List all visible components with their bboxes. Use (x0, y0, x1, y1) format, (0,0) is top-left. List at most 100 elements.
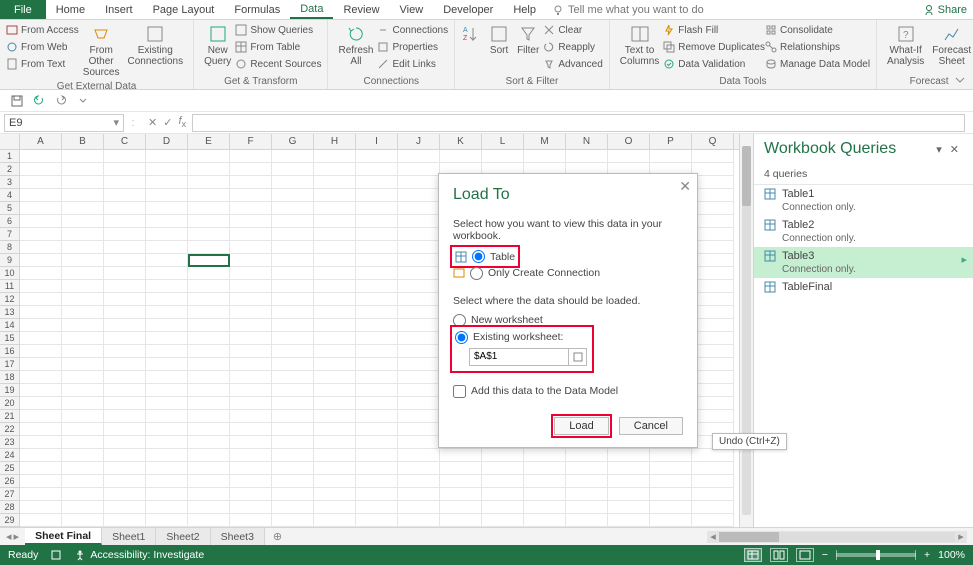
cell[interactable] (314, 293, 356, 306)
cell[interactable] (230, 267, 272, 280)
advanced-button[interactable]: Advanced (543, 56, 602, 72)
row-header[interactable]: 8 (0, 241, 19, 254)
column-header[interactable]: P (650, 134, 692, 149)
cell[interactable] (188, 488, 230, 501)
cell[interactable] (398, 228, 440, 241)
cell[interactable] (482, 514, 524, 527)
column-header[interactable]: B (62, 134, 104, 149)
cell[interactable] (272, 462, 314, 475)
cell[interactable] (650, 488, 692, 501)
cell[interactable] (62, 280, 104, 293)
cell[interactable] (398, 397, 440, 410)
cell[interactable] (524, 514, 566, 527)
row-header[interactable]: 11 (0, 280, 19, 293)
cell[interactable] (398, 358, 440, 371)
cell[interactable] (20, 514, 62, 527)
column-header[interactable]: J (398, 134, 440, 149)
cell[interactable] (104, 410, 146, 423)
cell[interactable] (356, 176, 398, 189)
cell[interactable] (146, 332, 188, 345)
cell[interactable] (692, 410, 734, 423)
cell[interactable] (356, 202, 398, 215)
cell[interactable] (20, 319, 62, 332)
row-header[interactable]: 29 (0, 514, 19, 527)
cell[interactable] (188, 176, 230, 189)
cell[interactable] (146, 176, 188, 189)
cell[interactable] (356, 150, 398, 163)
column-header[interactable]: O (608, 134, 650, 149)
forecast-sheet-button[interactable]: Forecast Sheet (928, 22, 973, 69)
option-data-model-checkbox[interactable] (453, 385, 466, 398)
cell[interactable] (272, 215, 314, 228)
cell[interactable] (230, 514, 272, 527)
row-header[interactable]: 24 (0, 449, 19, 462)
macro-record-button[interactable] (50, 549, 62, 561)
cell[interactable] (314, 241, 356, 254)
cell[interactable] (188, 332, 230, 345)
cell[interactable] (272, 488, 314, 501)
cell[interactable] (230, 488, 272, 501)
from-web-button[interactable]: From Web (6, 39, 79, 55)
cell[interactable] (146, 449, 188, 462)
cell[interactable] (20, 163, 62, 176)
cell[interactable] (356, 345, 398, 358)
cell[interactable] (146, 384, 188, 397)
cell[interactable] (482, 150, 524, 163)
cell[interactable] (230, 345, 272, 358)
row-header[interactable]: 25 (0, 462, 19, 475)
cell[interactable] (398, 319, 440, 332)
cell[interactable] (146, 397, 188, 410)
cell[interactable] (692, 449, 734, 462)
cell[interactable] (62, 371, 104, 384)
horizontal-scrollbar[interactable]: ◂▸ (707, 531, 967, 543)
cell[interactable] (314, 306, 356, 319)
cell[interactable] (692, 319, 734, 332)
cell[interactable] (62, 384, 104, 397)
cell[interactable] (230, 215, 272, 228)
cell[interactable] (146, 371, 188, 384)
cell[interactable] (104, 449, 146, 462)
cell[interactable] (104, 436, 146, 449)
cell[interactable] (230, 176, 272, 189)
cell[interactable] (356, 254, 398, 267)
show-queries-button[interactable]: Show Queries (235, 22, 321, 38)
cell[interactable] (272, 397, 314, 410)
cell[interactable] (20, 228, 62, 241)
data-validation-button[interactable]: Data Validation (663, 56, 765, 72)
cell[interactable] (230, 475, 272, 488)
cell[interactable] (272, 423, 314, 436)
cell[interactable] (440, 462, 482, 475)
cell[interactable] (146, 436, 188, 449)
cell[interactable] (440, 475, 482, 488)
cell[interactable] (104, 371, 146, 384)
cell[interactable] (62, 254, 104, 267)
tell-me-search[interactable]: Tell me what you want to do (552, 0, 704, 19)
cell[interactable] (146, 501, 188, 514)
row-header[interactable]: 4 (0, 189, 19, 202)
cell[interactable] (272, 332, 314, 345)
cell[interactable] (272, 202, 314, 215)
cell[interactable] (272, 254, 314, 267)
cell[interactable] (566, 150, 608, 163)
cell[interactable] (272, 280, 314, 293)
cell[interactable] (272, 189, 314, 202)
cell[interactable] (314, 501, 356, 514)
tab-file[interactable]: File (0, 0, 46, 19)
cell[interactable] (146, 423, 188, 436)
cell[interactable] (188, 319, 230, 332)
cell[interactable] (608, 150, 650, 163)
cell[interactable] (104, 397, 146, 410)
from-access-button[interactable]: From Access (6, 22, 79, 38)
cell[interactable] (20, 267, 62, 280)
cell[interactable] (650, 150, 692, 163)
cell[interactable] (482, 501, 524, 514)
cell[interactable] (608, 514, 650, 527)
cell[interactable] (230, 306, 272, 319)
cell[interactable] (314, 345, 356, 358)
cell[interactable] (398, 436, 440, 449)
cell[interactable] (314, 202, 356, 215)
recent-sources-button[interactable]: Recent Sources (235, 56, 321, 72)
cell[interactable] (398, 345, 440, 358)
cell[interactable] (230, 228, 272, 241)
column-header[interactable]: H (314, 134, 356, 149)
